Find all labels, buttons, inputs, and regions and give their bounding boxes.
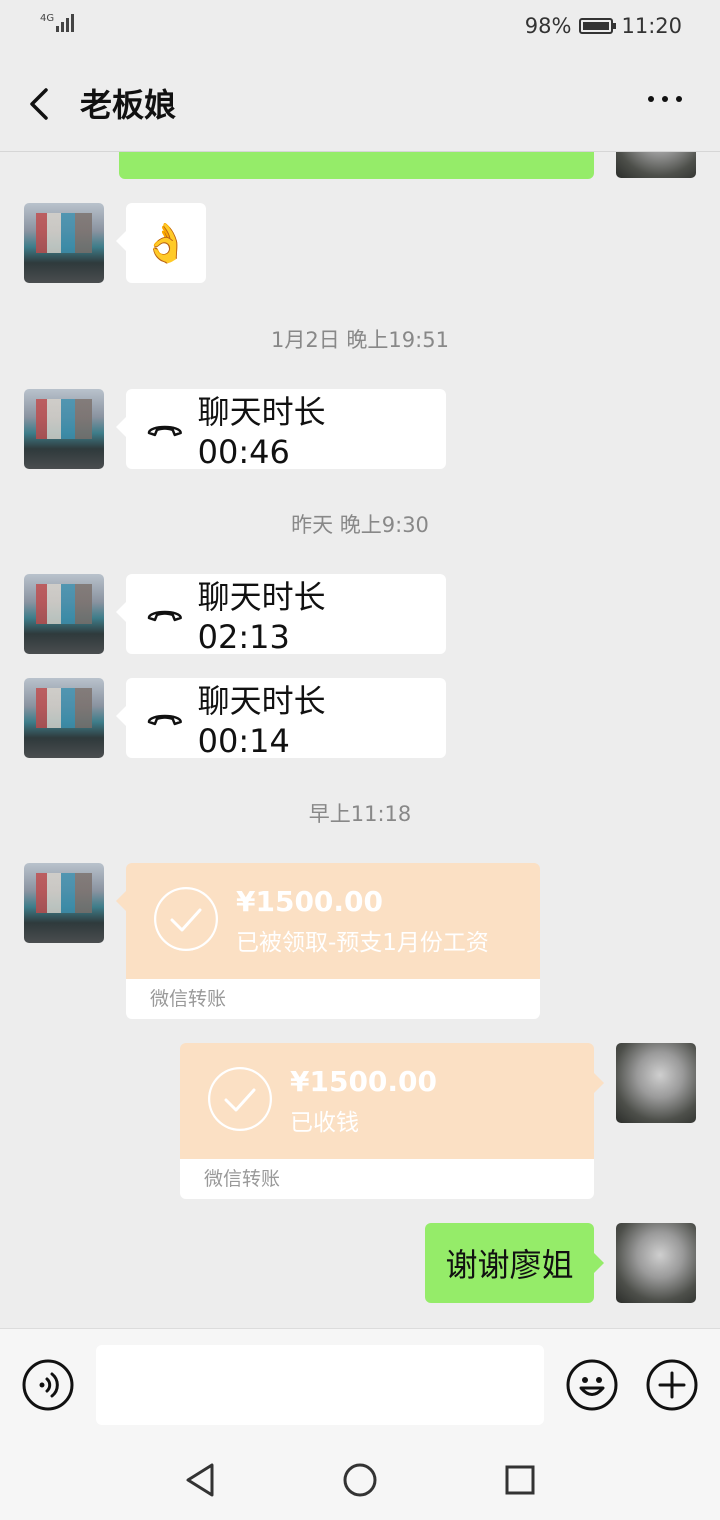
avatar-contact[interactable] <box>24 389 104 469</box>
avatar-self[interactable] <box>616 1223 696 1303</box>
avatar-contact[interactable] <box>24 863 104 943</box>
message-bubble-partial[interactable] <box>119 152 594 179</box>
clock: 11:20 <box>621 14 682 38</box>
signal-icon: 4G <box>40 14 74 32</box>
emoji-icon[interactable] <box>566 1359 618 1411</box>
battery-percent: 98% <box>524 14 572 38</box>
transfer-status: 已被领取-预支1月份工资 <box>236 930 489 956</box>
hangup-icon <box>147 714 182 726</box>
emoji-message[interactable]: 👌 <box>116 203 206 283</box>
status-bar: 4G 98% 11:20 <box>0 0 720 56</box>
avatar-contact[interactable] <box>24 203 104 283</box>
text-message[interactable]: 谢谢廖姐 <box>425 1223 604 1303</box>
transfer-card-received[interactable]: ¥1500.00 已被领取-预支1月份工资 微信转账 <box>126 863 540 1019</box>
ok-hand-emoji: 👌 <box>142 220 190 265</box>
message-input[interactable] <box>96 1345 544 1425</box>
chat-area[interactable]: 👌 1月2日 晚上19:51 聊天时长 00:46 昨天 晚上9:30 聊天时长… <box>0 152 720 1328</box>
chat-title: 老板娘 <box>80 86 177 124</box>
voice-call-record[interactable]: 聊天时长 00:46 <box>116 389 446 471</box>
voice-icon[interactable] <box>22 1359 74 1411</box>
nav-home-icon[interactable] <box>342 1462 378 1498</box>
avatar-contact[interactable] <box>24 574 104 654</box>
chat-header: 老板娘 <box>0 56 720 152</box>
timestamp: 早上11:18 <box>308 802 412 826</box>
transfer-amount: ¥1500.00 <box>236 885 384 918</box>
timestamp: 1月2日 晚上19:51 <box>271 328 449 352</box>
plus-icon[interactable] <box>646 1359 698 1411</box>
input-bar <box>0 1328 720 1440</box>
avatar-self[interactable] <box>616 152 696 178</box>
voice-call-record[interactable]: 聊天时长 00:14 <box>116 678 446 760</box>
timestamp: 昨天 晚上9:30 <box>291 513 429 537</box>
battery-icon <box>579 18 617 34</box>
check-circle-icon <box>154 887 218 951</box>
transfer-footer: 微信转账 <box>126 979 540 1019</box>
hangup-icon <box>147 610 182 622</box>
more-icon[interactable] <box>648 96 682 102</box>
hangup-icon <box>147 425 182 437</box>
check-circle-icon <box>208 1067 272 1131</box>
nav-back-icon[interactable] <box>184 1462 216 1498</box>
transfer-status: 已收钱 <box>290 1110 359 1136</box>
back-arrow-icon[interactable] <box>24 84 54 124</box>
transfer-footer: 微信转账 <box>180 1159 594 1199</box>
voice-call-record[interactable]: 聊天时长 02:13 <box>116 574 446 656</box>
system-nav-bar <box>0 1440 720 1520</box>
avatar-contact[interactable] <box>24 678 104 758</box>
nav-recents-icon[interactable] <box>504 1464 536 1496</box>
transfer-card-collected[interactable]: ¥1500.00 已收钱 微信转账 <box>180 1043 594 1199</box>
transfer-amount: ¥1500.00 <box>290 1065 438 1098</box>
avatar-self[interactable] <box>616 1043 696 1123</box>
